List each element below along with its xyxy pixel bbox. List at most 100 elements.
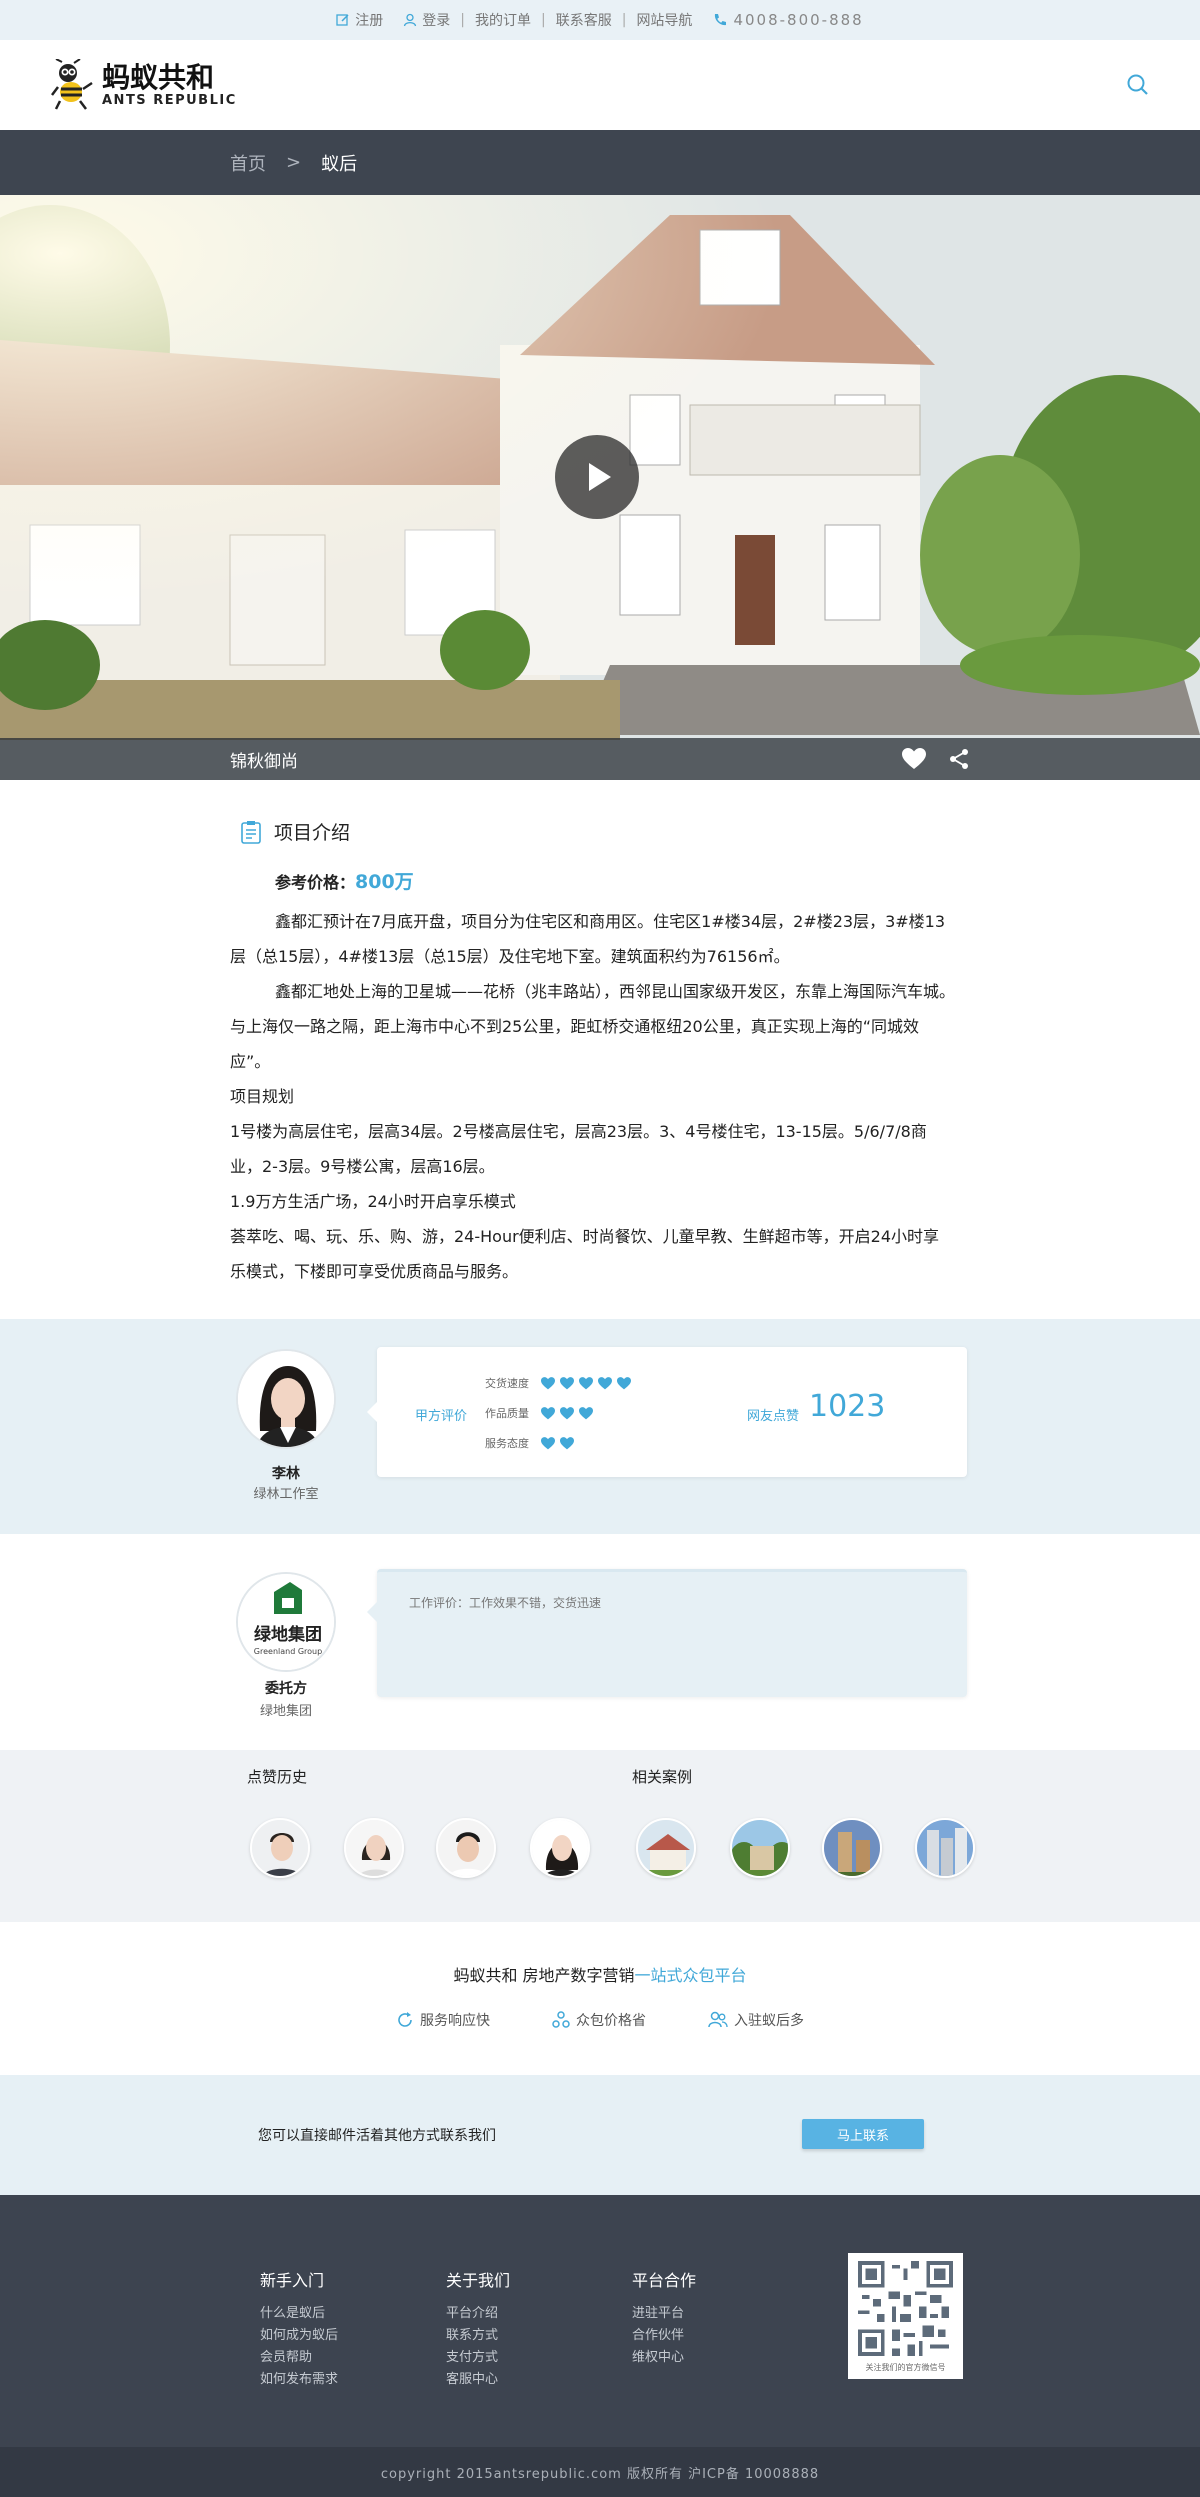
orders-link[interactable]: 我的订单 <box>465 10 541 30</box>
footer-link[interactable]: 合作伙伴 <box>632 2325 696 2347</box>
logo-en-text: Greenland Group <box>254 1647 322 1656</box>
phone-info: 4008-800-888 <box>702 11 873 29</box>
house-image <box>638 1820 694 1876</box>
search-icon[interactable] <box>1126 73 1150 97</box>
footer-link[interactable]: 支付方式 <box>446 2347 510 2369</box>
rating-heart-icon <box>617 1376 631 1389</box>
project-intro: 项目介绍 参考价格：800万 鑫都汇预计在7月底开盘，项目分为住宅区和商用区。住… <box>0 780 1200 1319</box>
breadcrumb-separator: > <box>286 152 302 173</box>
liker-avatar[interactable] <box>250 1818 310 1878</box>
top-bar: 注册 登录 | 我的订单 | 联系客服 | 网站导航 4008-800-888 <box>0 0 1200 40</box>
footer-link[interactable]: 客服中心 <box>446 2369 510 2391</box>
qr-code-image <box>858 2261 953 2356</box>
designer-name: 李林 <box>272 1466 300 1482</box>
client-role: 委托方 <box>265 1681 307 1697</box>
hero-video[interactable]: 锦秋御尚 <box>0 195 1200 780</box>
contact-now-button[interactable]: 马上联系 <box>802 2119 924 2149</box>
logo[interactable]: 蚂蚁共和 ANTS REPUBLIC <box>50 59 237 111</box>
logo-cn: 蚂蚁共和 <box>102 60 215 94</box>
price-label: 参考价格： <box>275 873 356 892</box>
rating-hearts <box>541 1406 593 1420</box>
orders-label: 我的订单 <box>475 13 531 29</box>
liker-avatar[interactable] <box>344 1818 404 1878</box>
villa-image <box>732 1820 788 1876</box>
rating-heart-icon <box>541 1376 555 1389</box>
footer-column: 关于我们 平台介绍 联系方式 支付方式 客服中心 <box>446 2267 510 2391</box>
man-portrait <box>438 1820 494 1876</box>
login-label: 登录 <box>422 13 451 29</box>
case-thumbnail[interactable] <box>915 1818 975 1878</box>
logo-en: ANTS REPUBLIC <box>102 92 237 108</box>
price-value: 800万 <box>355 871 414 893</box>
site-header: 蚂蚁共和 ANTS REPUBLIC <box>0 40 1200 130</box>
feature-label: 服务响应快 <box>420 2013 490 2029</box>
feature-list: 服务响应快 众包价格省 入驻蚁后多 <box>0 2010 1200 2030</box>
footer-link[interactable]: 什么是蚁后 <box>260 2303 338 2325</box>
footer-link[interactable]: 维权中心 <box>632 2347 696 2369</box>
footer-link[interactable]: 进驻平台 <box>632 2303 696 2325</box>
feature-label: 众包价格省 <box>576 2013 646 2029</box>
network-icon <box>552 2011 570 2028</box>
register-label: 注册 <box>355 13 384 29</box>
likes-history-title: 点赞历史 <box>247 1768 308 1786</box>
case-thumbnail[interactable] <box>730 1818 790 1878</box>
ant-logo-icon <box>51 59 93 110</box>
footer-link[interactable]: 平台介绍 <box>446 2303 510 2325</box>
platform-slogan: 蚂蚁共和 房地产数字营销一站式众包平台 服务响应快 众包价格省 入驻蚁后多 <box>0 1922 1200 2075</box>
footer-link[interactable]: 如何成为蚁后 <box>260 2325 338 2347</box>
case-thumbnail[interactable] <box>822 1818 882 1878</box>
intro-paragraph: 鑫都汇预计在7月底开盘，项目分为住宅区和商用区。住宅区1#楼34层，2#楼23层… <box>230 912 946 966</box>
contact-section: 您可以直接邮件活着其他方式联系我们 马上联系 <box>0 2075 1200 2195</box>
tower-image <box>917 1820 973 1876</box>
user-icon <box>404 13 417 27</box>
slogan-text: 蚂蚁共和 房地产数字营销一站式众包平台 <box>0 1962 1200 1986</box>
qr-caption: 关注我们的官方微信号 <box>865 2363 946 2372</box>
copyright-text: copyright 2015antsrepublic.com 版权所有 沪ICP… <box>380 2466 820 2482</box>
footer-column-title: 平台合作 <box>632 2271 697 2290</box>
related-cases-title: 相关案例 <box>632 1768 693 1786</box>
register-link[interactable]: 注册 <box>326 10 393 30</box>
feature-item: 众包价格省 <box>552 2010 646 2030</box>
rating-heart-icon <box>541 1406 555 1419</box>
rating-heart-icon <box>560 1376 574 1389</box>
rating-label: 作品质量 <box>485 1407 529 1420</box>
footer-link[interactable]: 联系方式 <box>446 2325 510 2347</box>
intro-heading: 项目介绍 <box>240 818 1200 845</box>
rating-row: 服务态度 <box>485 1435 574 1451</box>
heart-icon[interactable] <box>902 748 926 770</box>
rating-heart-icon <box>560 1406 574 1419</box>
footer-column: 平台合作 进驻平台 合作伙伴 维权中心 <box>632 2267 696 2369</box>
sitenav-link[interactable]: 网站导航 <box>626 10 702 30</box>
liker-avatar[interactable] <box>436 1818 496 1878</box>
clipboard-icon <box>241 820 261 844</box>
rating-heart-icon <box>579 1406 593 1419</box>
intro-paragraph: 1.9万方生活广场，24小时开启享乐模式 <box>230 1192 516 1211</box>
breadcrumb-current: 蚁后 <box>321 153 358 175</box>
breadcrumb: 首页 > 蚁后 <box>0 130 1200 195</box>
rating-row: 交货速度 <box>485 1375 631 1391</box>
liker-avatar[interactable] <box>530 1818 590 1878</box>
feature-item: 服务响应快 <box>396 2010 490 2030</box>
refresh-icon <box>398 2012 412 2027</box>
rating-heart-icon <box>541 1436 555 1449</box>
breadcrumb-home[interactable]: 首页 <box>230 150 266 176</box>
avatar[interactable] <box>236 1349 336 1449</box>
service-link[interactable]: 联系客服 <box>546 10 622 30</box>
case-thumbnail[interactable] <box>636 1818 696 1878</box>
play-button[interactable] <box>555 435 639 519</box>
project-name: 锦秋御尚 <box>230 751 298 772</box>
history-section: 点赞历史 相关案例 <box>0 1750 1200 1922</box>
intro-title: 项目介绍 <box>274 822 351 844</box>
login-link[interactable]: 登录 <box>393 10 460 30</box>
client-logo[interactable]: 绿地集团 Greenland Group <box>236 1572 336 1672</box>
share-icon[interactable] <box>948 748 970 770</box>
rating-label: 交货速度 <box>485 1377 529 1390</box>
rating-heart-icon <box>598 1376 612 1389</box>
greenland-logo: 绿地集团 Greenland Group <box>238 1574 334 1670</box>
edit-icon <box>336 14 349 26</box>
rating-heart-icon <box>579 1376 593 1389</box>
intro-paragraph: 1号楼为高层住宅，层高34层。2号楼高层住宅，层高23层。3、4号楼住宅，13-… <box>230 1122 927 1176</box>
man-portrait <box>252 1820 308 1876</box>
footer-link[interactable]: 会员帮助 <box>260 2347 338 2369</box>
footer-link[interactable]: 如何发布需求 <box>260 2369 338 2391</box>
